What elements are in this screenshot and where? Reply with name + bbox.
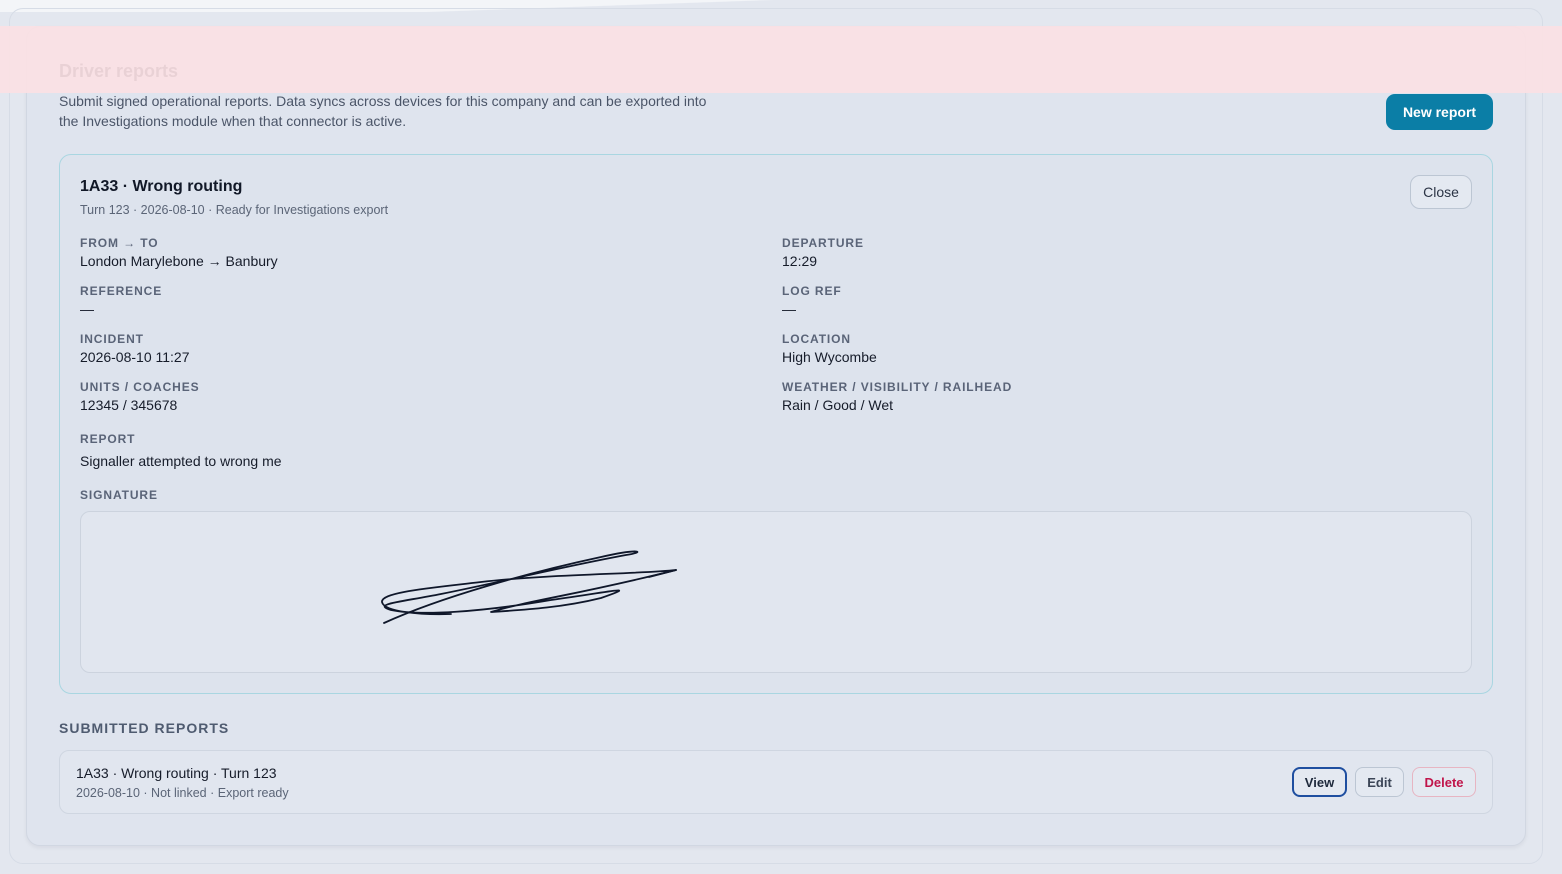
detail-title: 1A33 · Wrong routing bbox=[80, 178, 243, 195]
signature-box bbox=[80, 511, 1472, 673]
close-button[interactable]: Close bbox=[1410, 175, 1472, 209]
log-ref-value: — bbox=[782, 301, 796, 317]
units-label: UNITS / COACHES bbox=[80, 380, 200, 394]
signature-drawing bbox=[381, 550, 677, 624]
units-value: 12345 / 345678 bbox=[80, 397, 178, 413]
view-button[interactable]: View bbox=[1292, 767, 1347, 797]
departure-label: DEPARTURE bbox=[782, 236, 864, 250]
page-title: Driver reports bbox=[59, 61, 179, 81]
signature-label: SIGNATURE bbox=[80, 488, 158, 502]
reference-label: REFERENCE bbox=[80, 284, 163, 298]
new-report-button[interactable]: New report bbox=[1386, 94, 1493, 130]
from-to-value: London Marylebone → Banbury bbox=[80, 253, 278, 269]
report-item-meta: 2026-08-10 · Not linked · Export ready bbox=[76, 786, 289, 800]
page-description: Submit signed operational reports. Data … bbox=[59, 93, 707, 129]
reference-value: — bbox=[80, 301, 94, 317]
departure-value: 12:29 bbox=[782, 253, 818, 269]
incident-label: INCIDENT bbox=[80, 332, 144, 346]
report-label: REPORT bbox=[80, 432, 136, 446]
location-label: LOCATION bbox=[782, 332, 851, 346]
report-value: Signaller attempted to wrong me bbox=[80, 453, 282, 469]
incident-value: 2026-08-10 11:27 bbox=[80, 349, 190, 365]
weather-label: WEATHER / VISIBILITY / RAILHEAD bbox=[782, 380, 1013, 394]
log-ref-label: LOG REF bbox=[782, 284, 842, 298]
submitted-reports-heading: SUBMITTED REPORTS bbox=[59, 720, 230, 736]
from-to-label: FROM → TO bbox=[80, 236, 159, 250]
location-value: High Wycombe bbox=[782, 349, 877, 365]
report-item-title: 1A33 · Wrong routing · Turn 123 bbox=[76, 765, 277, 781]
weather-value: Rain / Good / Wet bbox=[782, 397, 894, 413]
edit-button[interactable]: Edit bbox=[1355, 767, 1404, 797]
list-item bbox=[59, 750, 1493, 814]
delete-button[interactable]: Delete bbox=[1412, 767, 1476, 797]
detail-subtitle: Turn 123 · 2026-08-10 · Ready for Invest… bbox=[80, 203, 389, 217]
